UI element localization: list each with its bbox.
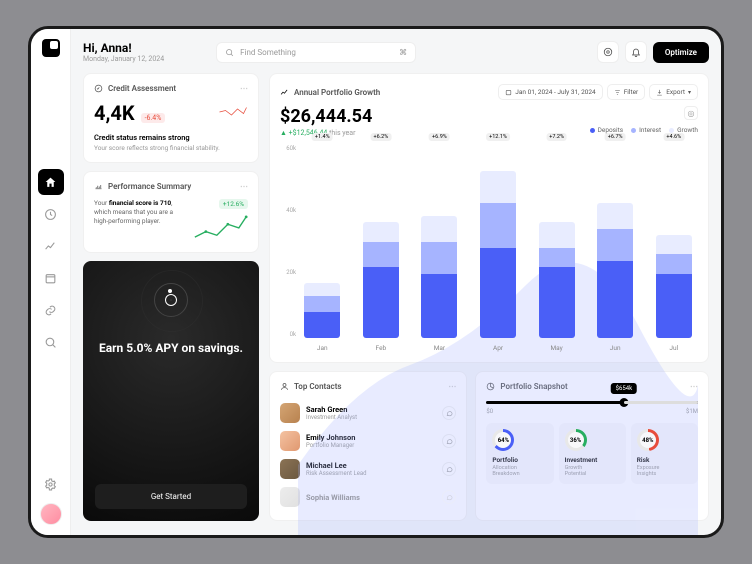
- bar-chart: 60k40k20k0k +1.4%Jan+6.2%Feb+6.9%Mar+12.…: [280, 145, 698, 352]
- snapshot-metric[interactable]: 36%InvestmentGrowthPotential: [559, 423, 626, 484]
- avatar: [280, 403, 300, 423]
- performance-sparkline: [193, 212, 248, 242]
- slider-value: $654k: [611, 383, 638, 394]
- avatar: [280, 487, 300, 507]
- snapshot-title: Portfolio Snapshot: [500, 382, 567, 391]
- y-axis: 60k40k20k0k: [280, 145, 296, 338]
- slider-labels: $0$1M: [486, 408, 698, 415]
- snapshot-card: Portfolio Snapshot ⋯ $654k $0$1M 64%Port…: [475, 371, 709, 521]
- filter-button[interactable]: Filter: [607, 84, 646, 100]
- optimize-button[interactable]: Optimize: [653, 42, 709, 63]
- nav-calendar[interactable]: [38, 265, 64, 291]
- nav-clock[interactable]: [38, 201, 64, 227]
- contact-role: Investment Analyst: [306, 414, 436, 421]
- greeting-text: Hi, Anna!: [83, 41, 164, 55]
- greeting-date: Monday, January 12, 2024: [83, 55, 164, 63]
- search-icon: [225, 48, 234, 57]
- contact-icon: [280, 382, 289, 391]
- bar-jan[interactable]: +1.4%Jan: [298, 145, 347, 338]
- bar-jun[interactable]: +6.7%Jun: [591, 145, 640, 338]
- chart-card: Annual Portfolio Growth Jan 01, 2024 - J…: [269, 73, 709, 363]
- promo-card: Earn 5.0% APY on savings. Get Started: [83, 261, 259, 521]
- date-range-picker[interactable]: Jan 01, 2024 - July 31, 2024: [498, 84, 602, 100]
- contact-name: Michael Lee: [306, 461, 436, 470]
- bar-feb[interactable]: +6.2%Feb: [357, 145, 406, 338]
- export-button[interactable]: Export▾: [649, 84, 698, 100]
- avatar: [280, 459, 300, 479]
- contacts-title: Top Contacts: [294, 382, 342, 391]
- avatar: [280, 431, 300, 451]
- message-icon[interactable]: [442, 462, 456, 476]
- performance-card: Performance Summary ⋯ Your financial sco…: [83, 171, 259, 253]
- search-placeholder: Find Something: [240, 48, 296, 57]
- nav-settings[interactable]: [38, 471, 64, 497]
- chart-title: Annual Portfolio Growth: [294, 88, 380, 97]
- more-icon[interactable]: ⋯: [448, 382, 456, 391]
- search-input[interactable]: Find Something ⌘: [216, 42, 416, 63]
- promo-graphic: [154, 283, 188, 317]
- contact-name: Sarah Green: [306, 405, 436, 414]
- contact-row[interactable]: Michael LeeRisk Assessment Lead: [280, 455, 456, 483]
- app-frame: Hi, Anna! Monday, January 12, 2024 Find …: [28, 26, 724, 538]
- sidebar: [31, 29, 71, 535]
- bar-jul[interactable]: +4.6%Jul: [649, 145, 698, 338]
- credit-title: Credit Assessment: [108, 84, 176, 93]
- contact-row[interactable]: Sophia Williams: [280, 483, 456, 511]
- performance-badge: +12.6%: [219, 199, 248, 209]
- contact-name: Sophia Williams: [306, 493, 436, 502]
- contact-role: Portfolio Manager: [306, 442, 436, 449]
- chart-icon: [94, 182, 103, 191]
- more-icon[interactable]: ⋯: [240, 182, 248, 191]
- portfolio-slider[interactable]: $654k: [486, 401, 698, 404]
- credit-value: 4,4K: [94, 101, 135, 125]
- growth-icon: [280, 88, 289, 97]
- credit-delta: -6.4%: [141, 113, 166, 123]
- snapshot-metric[interactable]: 48%RiskExposureInsights: [631, 423, 698, 484]
- performance-title: Performance Summary: [108, 182, 191, 191]
- contact-role: Risk Assessment Lead: [306, 470, 436, 477]
- chart-value: $26,444.54: [280, 106, 372, 127]
- get-started-button[interactable]: Get Started: [95, 484, 247, 509]
- notifications-button[interactable]: [625, 41, 647, 63]
- message-icon[interactable]: [442, 434, 456, 448]
- more-icon[interactable]: ⋯: [690, 382, 698, 391]
- sparkline: [218, 104, 248, 120]
- credit-status: Credit status remains strong: [94, 133, 248, 142]
- app-logo[interactable]: [42, 39, 60, 57]
- bar-mar[interactable]: +6.9%Mar: [415, 145, 464, 338]
- header: Hi, Anna! Monday, January 12, 2024 Find …: [83, 41, 709, 63]
- contact-row[interactable]: Sarah GreenInvestment Analyst: [280, 399, 456, 427]
- main-content: Hi, Anna! Monday, January 12, 2024 Find …: [71, 29, 721, 535]
- snapshot-metric[interactable]: 64%PortfolioAllocationBreakdown: [486, 423, 553, 484]
- credit-sub: Your score reflects strong financial sta…: [94, 144, 248, 152]
- shield-icon: [94, 84, 103, 93]
- pie-icon: [486, 382, 495, 391]
- bar-may[interactable]: +7.2%May: [532, 145, 581, 338]
- brand-icon[interactable]: ◎: [684, 106, 698, 120]
- settings-button[interactable]: [597, 41, 619, 63]
- bar-apr[interactable]: +12.1%Apr: [474, 145, 523, 338]
- contact-row[interactable]: Emily JohnsonPortfolio Manager: [280, 427, 456, 455]
- message-icon[interactable]: [442, 490, 456, 504]
- contact-name: Emily Johnson: [306, 433, 436, 442]
- contacts-card: Top Contacts ⋯ Sarah GreenInvestment Ana…: [269, 371, 467, 521]
- message-icon[interactable]: [442, 406, 456, 420]
- search-shortcut: ⌘: [399, 48, 407, 57]
- nav-home[interactable]: [38, 169, 64, 195]
- nav-analytics[interactable]: [38, 233, 64, 259]
- user-avatar[interactable]: [40, 503, 62, 525]
- promo-headline: Earn 5.0% APY on savings.: [95, 341, 247, 357]
- nav-search[interactable]: [38, 329, 64, 355]
- credit-card: Credit Assessment ⋯ 4,4K -6.4% Credit st…: [83, 73, 259, 163]
- more-icon[interactable]: ⋯: [240, 84, 248, 93]
- nav-link[interactable]: [38, 297, 64, 323]
- performance-text: Your financial score is 710, which means…: [94, 199, 187, 226]
- greeting: Hi, Anna! Monday, January 12, 2024: [83, 41, 164, 63]
